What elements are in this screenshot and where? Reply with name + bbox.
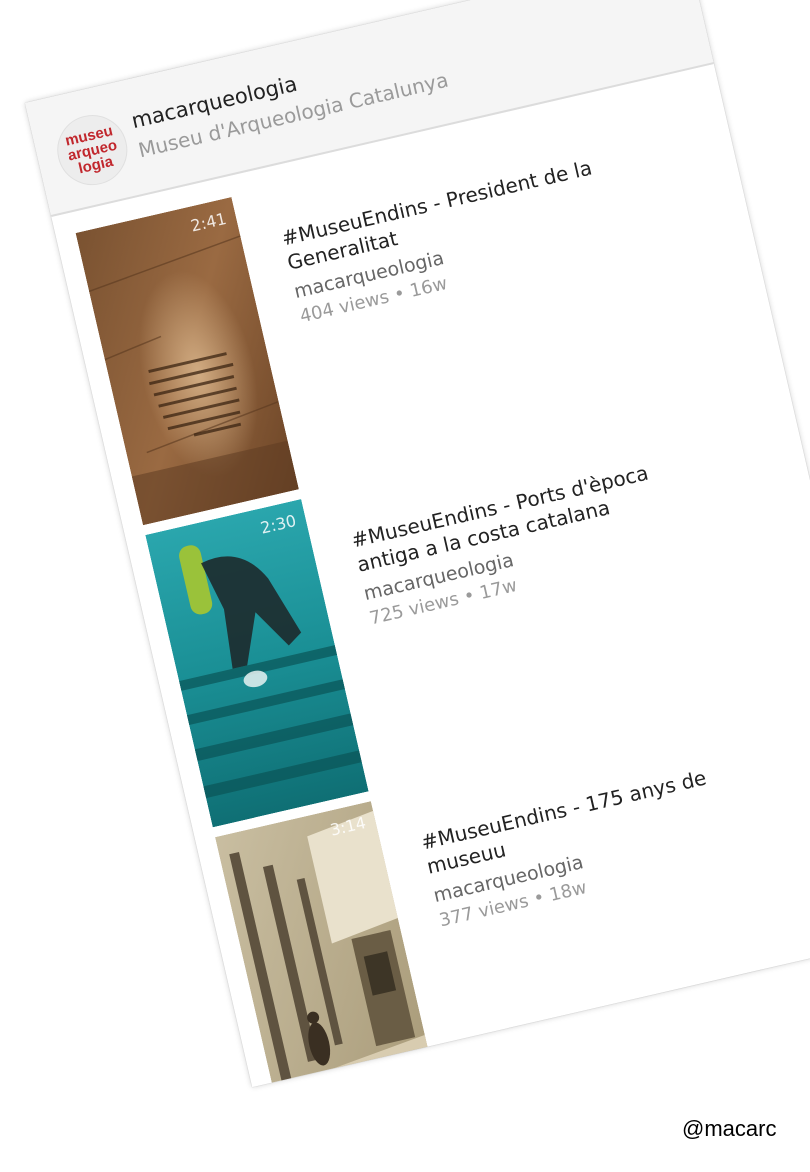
watermark-handle: @macarc xyxy=(682,1116,777,1141)
video-thumbnail[interactable]: 2:41 xyxy=(75,196,299,526)
video-meta: #MuseuEndins - 175 anys de museuu macarq… xyxy=(419,750,793,931)
video-thumbnail[interactable]: 3:14 xyxy=(215,801,439,1088)
underwater-diver-image xyxy=(145,499,369,828)
stone-inscription-image xyxy=(75,196,299,526)
channel-avatar[interactable]: museu arqueo logia xyxy=(50,108,135,193)
video-meta: #MuseuEndins - Ports d'època antiga a la… xyxy=(349,448,723,630)
museum-hall-photo-image xyxy=(215,801,439,1088)
video-meta: #MuseuEndins - President de la Generalit… xyxy=(279,146,653,328)
screenshot-stage: museu arqueo logia macarqueologia Museu … xyxy=(0,0,810,1172)
video-thumbnail[interactable]: 2:30 xyxy=(145,499,369,828)
video-list-screen: museu arqueo logia macarqueologia Museu … xyxy=(25,0,810,1088)
